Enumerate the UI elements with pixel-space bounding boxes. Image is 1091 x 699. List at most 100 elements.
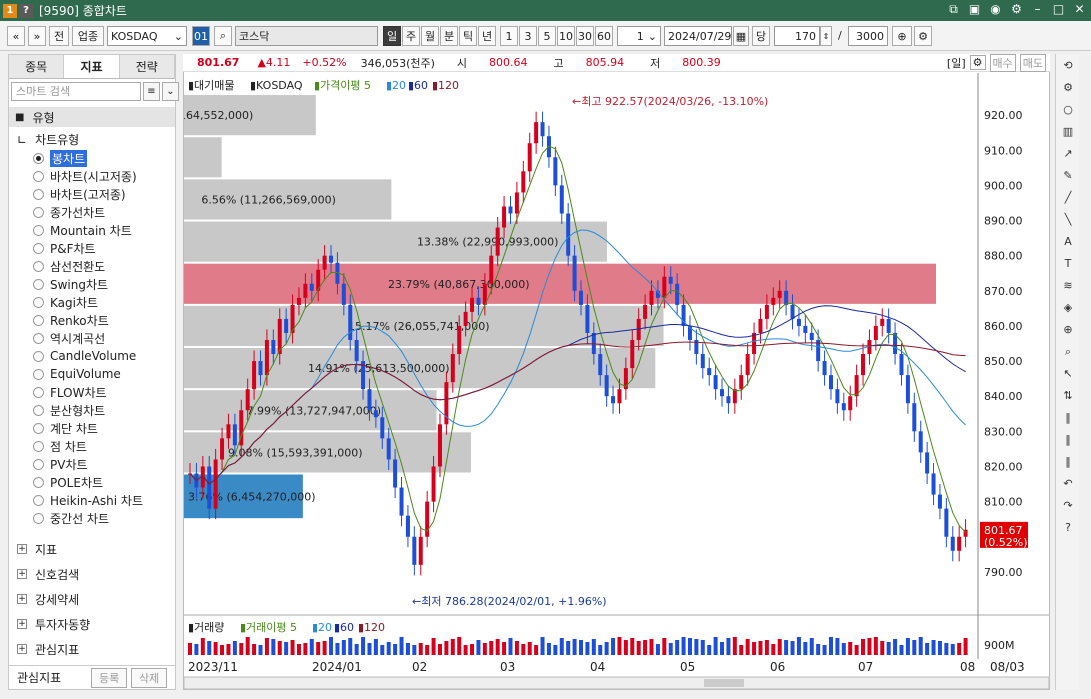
radio-icon[interactable] xyxy=(33,476,44,488)
circle-icon[interactable]: ○ xyxy=(1060,102,1076,118)
bars2-icon[interactable]: ‖ xyxy=(1060,432,1076,448)
pen-icon[interactable]: ✎ xyxy=(1060,168,1076,184)
group-item[interactable]: + 강세약세 xyxy=(17,589,79,609)
register-button[interactable]: 등록 xyxy=(91,667,128,688)
radio-icon[interactable] xyxy=(33,260,44,272)
pointer-icon[interactable]: ↖ xyxy=(1060,366,1076,382)
max-bars-field[interactable]: 3000 xyxy=(848,26,888,46)
trend-icon[interactable]: ↗ xyxy=(1060,146,1076,162)
radio-icon[interactable] xyxy=(33,224,44,236)
delete-button[interactable]: 삭제 xyxy=(131,667,168,688)
symbol-select[interactable]: KOSDAQ ⌄ xyxy=(107,26,187,46)
symbol-name-field[interactable]: 코스닥 xyxy=(235,26,378,46)
expand-icon[interactable]: + xyxy=(17,644,27,654)
zoom-button[interactable]: ⊕ xyxy=(892,26,912,46)
radio-icon[interactable] xyxy=(33,386,44,398)
chart-type-item[interactable]: Heikin-Ashi 차트 xyxy=(33,491,143,509)
radio-icon[interactable] xyxy=(33,206,44,218)
nav-next-button[interactable]: » xyxy=(28,26,46,46)
chart-type-item[interactable]: PV차트 xyxy=(33,455,88,473)
refresh-icon[interactable]: ⟲ xyxy=(1060,58,1076,74)
camera-icon[interactable]: ◉ xyxy=(988,2,1003,17)
left-tab-0[interactable]: 종목 xyxy=(9,55,65,78)
chart-type-item[interactable]: 바차트(시고저종) xyxy=(33,167,137,185)
interval-button-5[interactable]: 60 xyxy=(595,26,613,46)
undo-icon[interactable]: ↶ xyxy=(1060,476,1076,492)
calendar-button[interactable]: ▦ xyxy=(733,26,749,46)
chart-type-item[interactable]: 봉차트 xyxy=(33,149,88,167)
scrollbar-thumb[interactable] xyxy=(704,679,744,687)
section-type-header[interactable]: ■ 유형 xyxy=(9,107,175,127)
interval-button-3[interactable]: 10 xyxy=(557,26,575,46)
radio-icon[interactable] xyxy=(33,350,44,362)
chart-type-item[interactable]: 분산형차트 xyxy=(33,401,105,419)
period-button-0[interactable]: 일 xyxy=(383,26,401,46)
radio-icon[interactable] xyxy=(33,188,44,200)
minimize-icon[interactable]: – xyxy=(1030,2,1045,17)
smart-search-input[interactable]: 스마트 검색 xyxy=(11,82,141,101)
chart-type-item[interactable]: Mountain 차트 xyxy=(33,221,132,239)
redo-icon[interactable]: ↷ xyxy=(1060,498,1076,514)
link-icon[interactable]: ⧉ xyxy=(946,2,961,17)
radio-icon[interactable] xyxy=(33,494,44,506)
line-icon[interactable]: ╱ xyxy=(1060,190,1076,206)
settings-button[interactable]: ⚙ xyxy=(914,26,932,46)
help-icon[interactable]: ? xyxy=(1060,520,1076,536)
close-icon[interactable]: ✕ xyxy=(1072,2,1087,17)
radio-icon[interactable] xyxy=(33,422,44,434)
radio-icon[interactable] xyxy=(33,314,44,326)
radio-icon[interactable] xyxy=(33,404,44,416)
left-tab-1[interactable]: 지표 xyxy=(64,55,120,78)
zoom-icon[interactable]: ⊕ xyxy=(1060,322,1076,338)
code-button[interactable]: 01 xyxy=(192,26,210,46)
collapse-button[interactable]: ⌄ xyxy=(162,82,179,101)
settings-icon[interactable]: ⚙ xyxy=(1009,2,1024,17)
interval-button-4[interactable]: 30 xyxy=(576,26,594,46)
chart-type-item[interactable]: Renko차트 xyxy=(33,311,109,329)
date-field[interactable]: 2024/07/29 xyxy=(664,26,732,46)
period-button-1[interactable]: 주 xyxy=(402,26,420,46)
chart-type-item[interactable]: 종가선차트 xyxy=(33,203,105,221)
save-icon[interactable]: ▣ xyxy=(967,2,982,17)
bar-chart-icon[interactable]: ▥ xyxy=(1060,124,1076,140)
chart-type-item[interactable]: EquiVolume xyxy=(33,365,121,383)
sell-button[interactable]: 매도 xyxy=(1019,53,1046,72)
buy-button[interactable]: 매수 xyxy=(989,53,1016,72)
left-tab-2[interactable]: 전략 xyxy=(119,55,175,78)
chart-type-item[interactable]: 바차트(고저종) xyxy=(33,185,126,203)
horizontal-scrollbar[interactable] xyxy=(183,676,1050,690)
config-icon[interactable]: ⚙ xyxy=(969,55,986,70)
chart-type-item[interactable]: 중간선 차트 xyxy=(33,509,109,527)
radio-icon[interactable] xyxy=(33,152,44,164)
radio-icon[interactable] xyxy=(33,278,44,290)
radio-icon[interactable] xyxy=(33,458,44,470)
chart-type-item[interactable]: 계단 차트 xyxy=(33,419,98,437)
scale-icon[interactable]: ⇅ xyxy=(1060,388,1076,404)
period-button-3[interactable]: 분 xyxy=(440,26,458,46)
bars3-icon[interactable]: ‖ xyxy=(1060,454,1076,470)
chart-type-item[interactable]: 역시계곡선 xyxy=(33,329,105,347)
radio-icon[interactable] xyxy=(33,296,44,308)
radio-icon[interactable] xyxy=(33,440,44,452)
period-button-5[interactable]: 년 xyxy=(478,26,496,46)
search-button[interactable]: ⌕ xyxy=(214,26,232,46)
interval-button-0[interactable]: 1 xyxy=(500,26,518,46)
search-options-button[interactable]: ≡ xyxy=(143,82,160,101)
group-item[interactable]: + 신호검색 xyxy=(17,564,79,584)
count-field[interactable]: 1 ⌄ xyxy=(617,26,661,46)
chart-type-item[interactable]: Swing차트 xyxy=(33,275,108,293)
chart-type-item[interactable]: P&F차트 xyxy=(33,239,96,257)
subsection-header[interactable]: ∟ 차트유형 xyxy=(17,131,79,148)
chart-type-item[interactable]: FLOW차트 xyxy=(33,383,107,401)
shape-icon[interactable]: ◈ xyxy=(1060,300,1076,316)
sector-button[interactable]: 업종 xyxy=(72,26,104,46)
radio-icon[interactable] xyxy=(33,170,44,182)
help-badge[interactable]: ? xyxy=(19,3,33,18)
chart-type-item[interactable]: 삼선전환도 xyxy=(33,257,105,275)
group-item[interactable]: + 관심지표 xyxy=(17,639,79,659)
auto-icon[interactable]: A xyxy=(1060,234,1076,250)
line2-icon[interactable]: ╲ xyxy=(1060,212,1076,228)
prev-button[interactable]: 전 xyxy=(49,26,69,46)
per-button[interactable]: 당 xyxy=(752,26,770,46)
price-chart[interactable]: ▮대기매물 ▮KOSDAQ ▮가격이평 5 ▮20 ▮60 ▮1203.76% (6,45… xyxy=(32,55,1050,690)
